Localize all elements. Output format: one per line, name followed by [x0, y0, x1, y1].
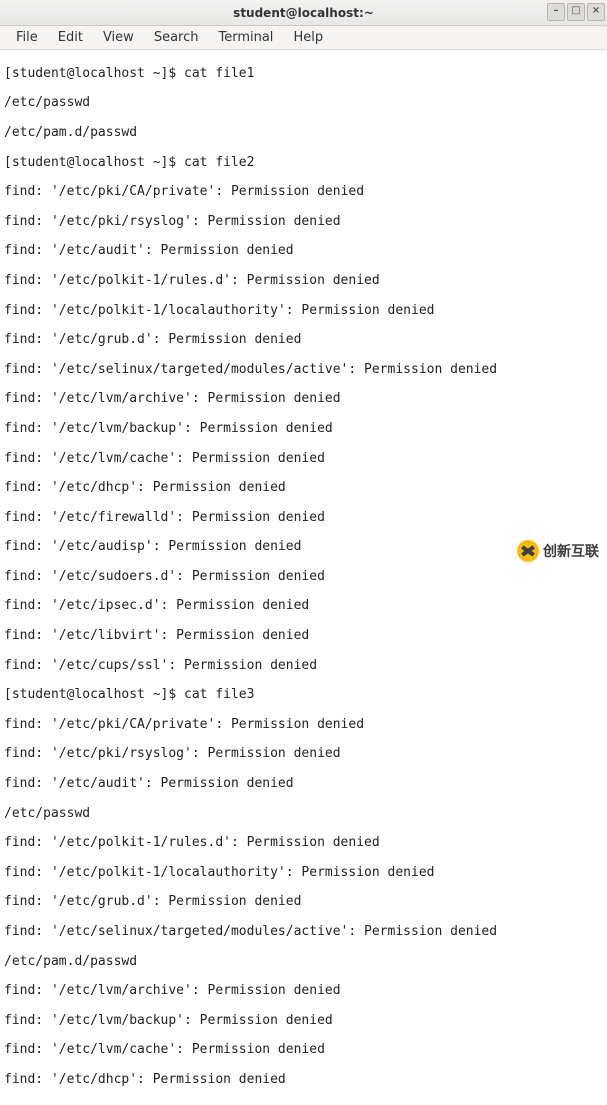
- output-line: find: '/etc/grub.d': Permission denied: [4, 333, 603, 348]
- output-line: find: '/etc/pki/rsyslog': Permission den…: [4, 215, 603, 230]
- output-line: find: '/etc/lvm/cache': Permission denie…: [4, 452, 603, 467]
- output-line: find: '/etc/cups/ssl': Permission denied: [4, 659, 603, 674]
- output-line: find: '/etc/sudoers.d': Permission denie…: [4, 570, 603, 585]
- output-line: find: '/etc/polkit-1/localauthority': Pe…: [4, 866, 603, 881]
- output-line: find: '/etc/libvirt': Permission denied: [4, 629, 603, 644]
- window-title: student@localhost:~: [233, 6, 374, 20]
- prompt-line: [student@localhost ~]$ cat file2: [4, 156, 603, 171]
- output-line: find: '/etc/selinux/targeted/modules/act…: [4, 925, 603, 940]
- output-line: find: '/etc/grub.d': Permission denied: [4, 895, 603, 910]
- close-button[interactable]: ×: [587, 3, 605, 21]
- output-line: find: '/etc/lvm/archive': Permission den…: [4, 984, 603, 999]
- prompt-line: [student@localhost ~]$ cat file1: [4, 67, 603, 82]
- output-line: find: '/etc/lvm/archive': Permission den…: [4, 392, 603, 407]
- output-line: /etc/pam.d/passwd: [4, 955, 603, 970]
- watermark: 创新互联: [517, 540, 599, 562]
- window-titlebar: student@localhost:~ – □ ×: [0, 0, 607, 26]
- window-controls: – □ ×: [547, 3, 605, 21]
- output-line: find: '/etc/dhcp': Permission denied: [4, 1073, 603, 1088]
- menu-edit[interactable]: Edit: [48, 27, 93, 48]
- prompt: [student@localhost ~]$: [4, 66, 176, 81]
- prompt: [student@localhost ~]$: [4, 687, 176, 702]
- menubar: File Edit View Search Terminal Help: [0, 26, 607, 50]
- output-line: find: '/etc/pki/rsyslog': Permission den…: [4, 747, 603, 762]
- command: cat file1: [184, 66, 254, 81]
- output-line: find: '/etc/pki/CA/private': Permission …: [4, 185, 603, 200]
- menu-search[interactable]: Search: [144, 27, 209, 48]
- output-line: find: '/etc/pki/CA/private': Permission …: [4, 718, 603, 733]
- terminal-output-area[interactable]: [student@localhost ~]$ cat file1 /etc/pa…: [0, 50, 607, 1105]
- output-line: find: '/etc/lvm/backup': Permission deni…: [4, 1014, 603, 1029]
- output-line: find: '/etc/polkit-1/localauthority': Pe…: [4, 304, 603, 319]
- watermark-text: 创新互联: [543, 541, 599, 561]
- output-line: find: '/etc/audisp': Permission denied: [4, 540, 603, 555]
- output-line: find: '/etc/polkit-1/rules.d': Permissio…: [4, 274, 603, 289]
- output-line: find: '/etc/selinux/targeted/modules/act…: [4, 363, 603, 378]
- prompt-line: [student@localhost ~]$ cat file3: [4, 688, 603, 703]
- menu-file[interactable]: File: [6, 27, 48, 48]
- output-line: find: '/etc/polkit-1/rules.d': Permissio…: [4, 836, 603, 851]
- output-line: find: '/etc/lvm/backup': Permission deni…: [4, 422, 603, 437]
- output-line: /etc/passwd: [4, 96, 603, 111]
- output-line: find: '/etc/audit': Permission denied: [4, 777, 603, 792]
- output-line: find: '/etc/audit': Permission denied: [4, 244, 603, 259]
- output-line: /etc/passwd: [4, 807, 603, 822]
- output-line: /etc/pam.d/passwd: [4, 126, 603, 141]
- menu-help[interactable]: Help: [283, 27, 333, 48]
- maximize-button[interactable]: □: [567, 3, 585, 21]
- output-line: find: '/etc/ipsec.d': Permission denied: [4, 599, 603, 614]
- minimize-button[interactable]: –: [547, 3, 565, 21]
- output-line: find: '/etc/firewalld': Permission denie…: [4, 511, 603, 526]
- prompt: [student@localhost ~]$: [4, 155, 176, 170]
- output-line: find: '/etc/lvm/cache': Permission denie…: [4, 1043, 603, 1058]
- command: cat file3: [184, 687, 254, 702]
- output-line: find: '/etc/dhcp': Permission denied: [4, 481, 603, 496]
- menu-view[interactable]: View: [93, 27, 144, 48]
- watermark-x-icon: [517, 540, 539, 562]
- command: cat file2: [184, 155, 254, 170]
- menu-terminal[interactable]: Terminal: [208, 27, 283, 48]
